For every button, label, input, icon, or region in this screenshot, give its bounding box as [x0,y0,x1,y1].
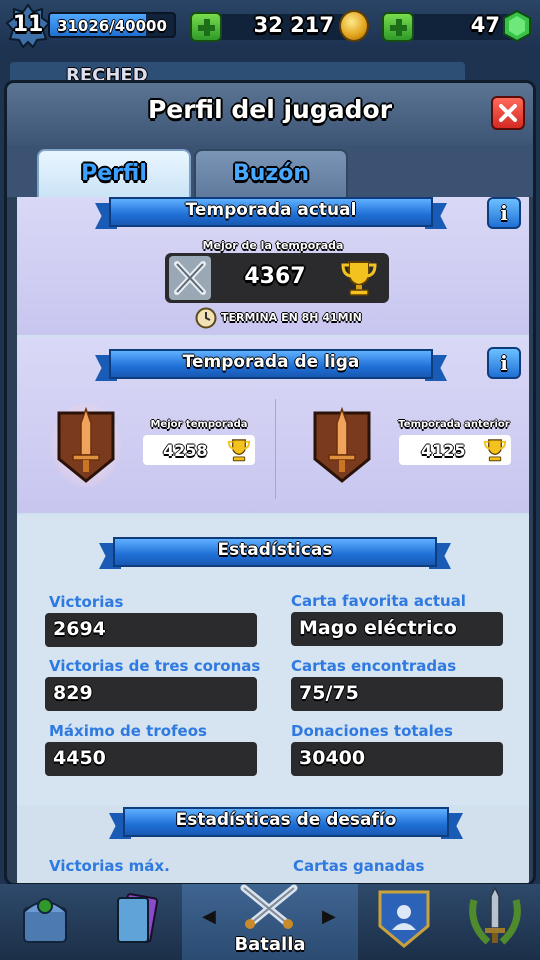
close-button[interactable] [491,96,525,130]
stat-wins-box: 2694 [45,613,257,647]
gem-icon [503,10,531,42]
current-season-info-button[interactable]: i [487,197,521,229]
challenge-stats-title: Estadísticas de desafío [175,810,397,830]
season-best-box: 4367 [165,253,389,303]
trophy-icon [341,261,377,296]
xp-progress-bar: 31026/40000 [48,12,176,38]
statistics-title: Estadísticas [217,540,333,560]
statistics-section: Estadísticas Victorias 2694 Carta favori… [17,515,529,805]
nav-battle-label: Batalla [234,934,306,955]
timer-clock-icon [195,307,217,329]
current-season-section: Temporada actual i Mejor de la temporada… [17,197,529,335]
league-sword-badge-icon [51,403,121,487]
xp-text: 31026/40000 [57,17,167,35]
challenge-stats-section: Estadísticas de desafío Victorias máx. C… [17,807,529,883]
clan-icon [378,890,430,948]
crossed-swords-icon [169,256,211,300]
league-best-label: Mejor temporada [150,419,248,430]
stat-challenge-max-wins-label: Victorias máx. [49,857,170,875]
stat-total-donations-value: 30400 [299,747,366,769]
stat-total-donations-box: 30400 [291,742,503,776]
profile-content-scroll[interactable]: Temporada actual i Mejor de la temporada… [17,197,529,883]
trophy-icon [227,439,251,462]
stat-cards-found-box: 75/75 [291,677,503,711]
battle-swords-icon [240,884,298,929]
season-best-label: Mejor de la temporada [202,239,344,252]
bottom-navigation: ◀ ▶ Batalla [0,884,540,960]
season-best-value: 4367 [244,264,306,289]
stat-max-trophies-label: Máximo de trofeos [49,722,207,740]
tab-bar: Perfil Buzón [7,145,533,199]
buy-gold-button[interactable] [190,12,222,42]
league-season-info-button[interactable]: i [487,347,521,379]
gold-coin-icon [339,10,369,42]
level-number: 11 [12,12,44,37]
stat-three-crown-value: 829 [53,682,93,704]
info-icon: i [500,201,508,225]
nav-shop[interactable] [0,884,90,960]
nav-cards[interactable] [92,884,180,960]
stat-max-trophies-value: 4450 [53,747,106,769]
cards-icon [117,893,159,943]
league-season-banner: Temporada de liga [95,349,447,383]
stat-challenge-cards-won-label: Cartas ganadas [293,857,425,875]
league-sword-badge-icon [313,406,371,483]
tab-profile-label: Perfil [81,161,147,186]
league-best-value: 4258 [163,441,208,460]
stat-three-crown-box: 829 [45,677,257,711]
league-divider [275,399,276,499]
top-status-bar: 11 31026/40000 32 217 47 [0,0,540,52]
stat-favorite-card-box: Mago eléctrico [291,612,503,646]
season-ends-text: TERMINA EN 8H 41MIN [221,311,362,324]
gold-value: 32 217 [253,13,334,37]
stat-total-donations-label: Donaciones totales [291,722,453,740]
dialog-title: Perfil del jugador [147,95,393,124]
chevron-left-icon[interactable]: ◀ [202,906,216,927]
stat-wins-label: Victorias [49,593,124,611]
current-season-banner: Temporada actual [95,197,447,231]
league-previous-label: Temporada anterior [398,419,510,430]
shop-chest-icon [23,898,67,943]
stat-wins-value: 2694 [53,618,106,640]
challenge-stats-banner: Estadísticas de desafío [109,807,463,841]
buy-gems-button[interactable] [382,12,414,42]
gems-value: 47 [470,13,500,37]
info-icon: i [500,351,508,375]
player-profile-dialog: Perfil del jugador Perfil Buzón Temporad… [4,80,536,886]
tab-profile[interactable]: Perfil [37,149,191,199]
league-season-title: Temporada de liga [182,352,360,372]
chevron-right-icon[interactable]: ▶ [322,906,336,927]
stat-favorite-card-label: Carta favorita actual [291,592,466,610]
league-best-box: 4258 [143,435,255,465]
nav-clan[interactable] [360,884,448,960]
close-icon [499,104,517,122]
league-previous-value: 4125 [421,441,466,460]
stat-cards-found-value: 75/75 [299,682,359,704]
current-season-title: Temporada actual [185,200,357,220]
nav-battle[interactable]: ◀ ▶ Batalla [182,884,358,960]
tournament-icon [469,886,521,945]
league-season-section: Temporada de liga i Mejor temporada 4258 [17,337,529,513]
tab-inbox[interactable]: Buzón [194,149,348,199]
level-badge[interactable]: 11 [6,4,50,48]
nav-tournaments[interactable] [450,884,540,960]
trophy-icon [483,439,507,462]
tab-inbox-label: Buzón [232,161,309,186]
dialog-header: Perfil del jugador [7,83,533,145]
stat-favorite-card-value: Mago eléctrico [299,617,457,639]
stat-max-trophies-box: 4450 [45,742,257,776]
stat-cards-found-label: Cartas encontradas [291,657,457,675]
league-previous-box: 4125 [399,435,511,465]
stat-three-crown-label: Victorias de tres coronas [49,657,261,675]
statistics-banner: Estadísticas [99,537,451,571]
